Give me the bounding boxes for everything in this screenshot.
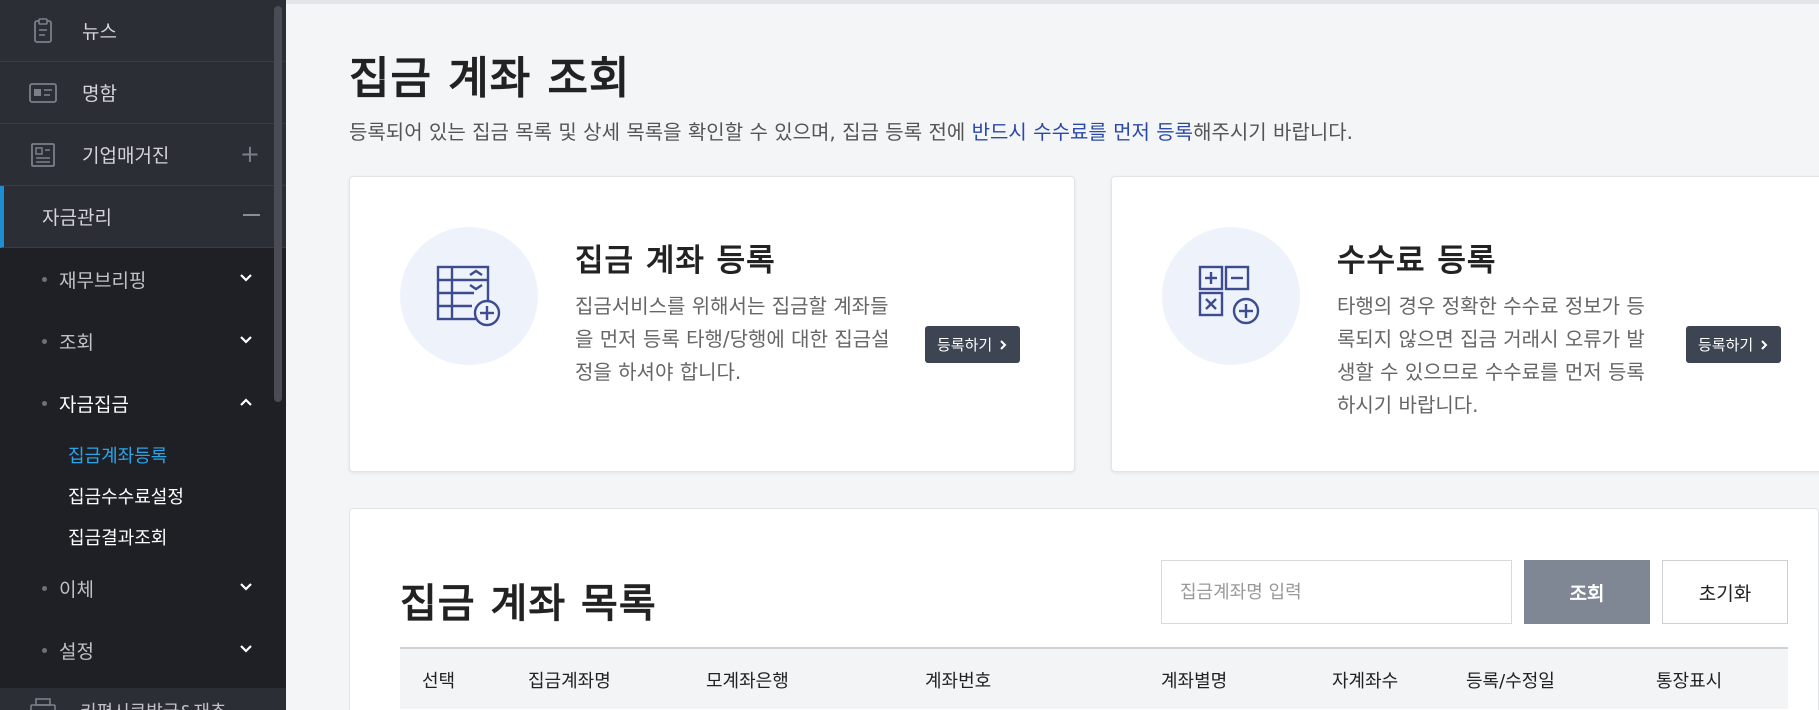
- register-fee-button[interactable]: 등록하기: [1686, 326, 1782, 363]
- bullet-icon: [42, 647, 47, 653]
- sidebar-leaf-collection-account-register[interactable]: 집금계좌등록: [0, 434, 286, 475]
- sidebar-scrollbar[interactable]: [274, 6, 282, 402]
- bullet-icon: [42, 338, 47, 344]
- table-header: 선택 집금계좌명 모계좌은행 계좌번호 계좌별명 자계좌수 등록/수정일 통장표…: [400, 647, 1788, 709]
- card-icon-circle: [400, 227, 538, 365]
- sidebar-item-label: 키평시큐발급&재추: [80, 698, 227, 710]
- column-header-passbook-display[interactable]: 통장표시: [1656, 667, 1722, 693]
- chevron-down-icon: [240, 274, 252, 282]
- magazine-icon: [28, 140, 58, 170]
- sidebar-subitem-fund-collection[interactable]: 자금집금: [0, 372, 286, 434]
- sidebar-subitem-transfer[interactable]: 이체: [0, 557, 286, 619]
- sidebar-item-label: 기업매거진: [82, 145, 170, 167]
- sidebar-item-certificate[interactable]: 키평시큐발급&재추: [0, 688, 286, 710]
- sidebar-subitem-briefing[interactable]: 재무브리핑: [0, 248, 286, 310]
- sidebar-item-news[interactable]: 뉴스: [0, 0, 286, 62]
- chevron-down-icon: [240, 336, 252, 344]
- bullet-icon: [42, 400, 47, 406]
- register-account-button[interactable]: 등록하기: [925, 326, 1021, 363]
- button-label: 등록하기: [937, 336, 993, 354]
- page-description: 등록되어 있는 집금 목록 및 상세 목록을 확인할 수 있으며, 집금 등록 …: [349, 116, 1353, 145]
- page-description-highlight: 반드시 수수료를 먼저 등록: [971, 120, 1194, 144]
- sidebar-item-magazine[interactable]: 기업매거진 +: [0, 124, 286, 186]
- card-description: 집금서비스를 위해서는 집금할 계좌들을 먼저 등록 타행/당행에 대한 집금설…: [575, 294, 890, 384]
- sidebar-section-fund-management[interactable]: 자금관리: [0, 186, 286, 248]
- sidebar-subitem-settings[interactable]: 설정: [0, 619, 286, 681]
- printer-icon: [30, 698, 56, 710]
- id-card-icon: [28, 78, 58, 108]
- sidebar: 뉴스 명함 기업매거진 + 자금관리 재무브리핑 조회 자금집금 집금계좌등록 …: [0, 0, 286, 710]
- button-label: 등록하기: [1698, 336, 1754, 354]
- column-header-account-name[interactable]: 집금계좌명: [528, 667, 611, 693]
- sidebar-leaf-collection-result-inquiry[interactable]: 집금결과조회: [0, 516, 286, 557]
- sidebar-section-label: 자금관리: [42, 207, 112, 229]
- card-collection-account-register: 집금 계좌 등록 집금서비스를 위해서는 집금할 계좌들을 먼저 등록 타행/당…: [349, 176, 1075, 472]
- page-title: 집금 계좌 조회: [349, 53, 631, 104]
- chevron-down-icon: [240, 645, 252, 653]
- card-description: 타행의 경우 정확한 수수료 정보가 등록되지 않으면 집금 거래시 오류가 발…: [1337, 294, 1645, 417]
- chevron-right-icon: [1000, 339, 1007, 350]
- sidebar-leaf-collection-fee-setting[interactable]: 집금수수료설정: [0, 475, 286, 516]
- minus-icon[interactable]: [243, 214, 260, 216]
- header-divider: [286, 0, 1819, 4]
- chevron-right-icon: [1761, 339, 1768, 350]
- collection-account-list-panel: 집금 계좌 목록 조회 초기화 선택 집금계좌명 모계좌은행 계좌번호 계좌별명…: [349, 508, 1819, 710]
- main-content: 집금 계좌 조회 등록되어 있는 집금 목록 및 상세 목록을 확인할 수 있으…: [286, 0, 1819, 710]
- account-name-search-input[interactable]: [1161, 560, 1512, 624]
- list-title: 집금 계좌 목록: [400, 581, 657, 627]
- card-fee-register: 수수료 등록 타행의 경우 정확한 수수료 정보가 등록되지 않으면 집금 거래…: [1111, 176, 1819, 472]
- column-header-account-alias[interactable]: 계좌별명: [1161, 667, 1227, 693]
- card-title: 수수료 등록: [1337, 243, 1497, 279]
- column-header-select[interactable]: 선택: [422, 667, 455, 693]
- sidebar-item-label: 명함: [82, 83, 117, 105]
- sidebar-subitem-inquiry[interactable]: 조회: [0, 310, 286, 372]
- sidebar-subitem-label: 자금집금: [59, 393, 129, 416]
- sidebar-subitem-label: 재무브리핑: [59, 269, 147, 292]
- page-description-text: 등록되어 있는 집금 목록 및 상세 목록을 확인할 수 있으며, 집금 등록 …: [349, 120, 972, 144]
- reset-button[interactable]: 초기화: [1662, 560, 1788, 624]
- column-header-sub-account-count[interactable]: 자계좌수: [1332, 667, 1398, 693]
- sidebar-subitem-label: 이체: [59, 578, 94, 601]
- clipboard-icon: [28, 16, 58, 46]
- sidebar-item-business-card[interactable]: 명함: [0, 62, 286, 124]
- page-description-text-end: 해주시기 바랍니다.: [1193, 120, 1354, 144]
- calculator-add-icon: [1198, 265, 1260, 325]
- column-header-reg-mod-date[interactable]: 등록/수정일: [1466, 667, 1555, 693]
- table-add-icon: [436, 265, 501, 327]
- plus-icon[interactable]: +: [240, 142, 260, 166]
- sidebar-subitem-label: 설정: [59, 640, 94, 663]
- column-header-parent-bank[interactable]: 모계좌은행: [706, 667, 789, 693]
- column-header-account-number[interactable]: 계좌번호: [925, 667, 991, 693]
- bullet-icon: [42, 276, 47, 282]
- chevron-up-icon: [240, 398, 252, 406]
- search-button[interactable]: 조회: [1524, 560, 1650, 624]
- sidebar-item-label: 뉴스: [82, 21, 117, 43]
- sidebar-subitem-label: 조회: [59, 331, 94, 354]
- card-title: 집금 계좌 등록: [575, 243, 776, 279]
- bullet-icon: [42, 585, 47, 591]
- card-icon-circle: [1162, 227, 1300, 365]
- chevron-down-icon: [240, 583, 252, 591]
